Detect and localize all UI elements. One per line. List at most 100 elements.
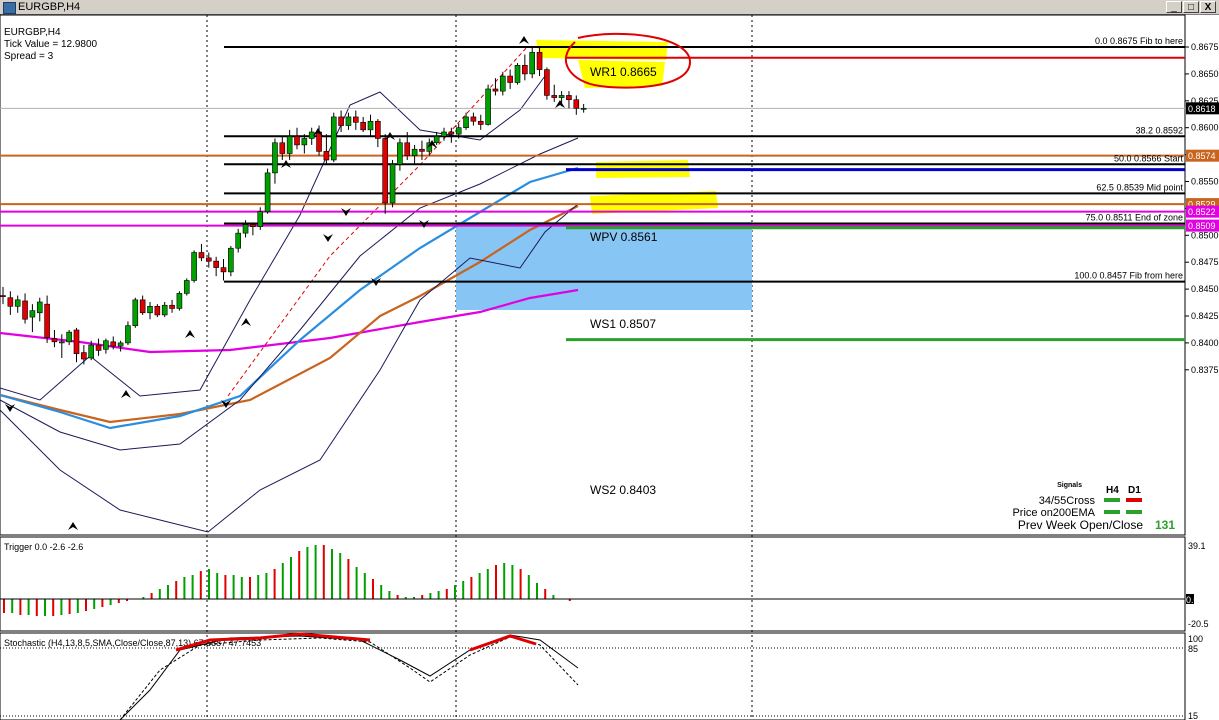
candle-body [397,142,403,165]
candle-body [14,299,21,307]
window-title: EURGBP,H4 [18,1,81,13]
candle-body [566,95,572,101]
candle-body [492,88,499,92]
signal-d1-ema [1126,510,1142,514]
candle-body [176,293,183,309]
candle-body [404,142,411,156]
candle-body [272,142,278,174]
candle-body [360,122,366,131]
minimize-button[interactable]: _ [1166,1,1182,13]
fib-label-62: 62.5 0.8539 Mid point [1096,182,1183,192]
candle-body [316,131,322,152]
candle-body [463,116,469,129]
ws1-label: WS1 0.8507 [590,317,656,331]
fib-label-50: 50.0 0.8566 Start [1114,153,1184,163]
candle-body [220,267,227,273]
price-axis-label: 0.8500 [1191,230,1219,240]
candle-body [419,148,425,152]
price-chart[interactable]: 0.86750.86500.86250.86000.85750.85500.85… [0,14,1219,720]
maximize-button[interactable]: □ [1183,1,1199,13]
candle-body [66,331,72,343]
price-axis-label: 0.8375 [1191,365,1219,375]
candle-body [411,148,418,156]
signals-title: Signals [1057,482,1082,489]
price-tag-label: 0.8574 [1188,151,1216,161]
candle-body [477,120,484,125]
candle-body [132,299,139,326]
candle-body [507,75,513,83]
candle-body [580,108,587,110]
candle-body [110,341,117,347]
price-axis-label: 0.8475 [1191,257,1219,267]
candle-body [301,138,308,146]
candle-body [228,247,234,273]
candle-body [345,116,352,126]
signals-row3-value: 131 [1155,518,1175,532]
wr1-label: WR1 0.8665 [590,65,657,79]
trigger-axis: 39.1 0.00 -20.5 [1186,541,1209,629]
stoch-tick-15: 15 [1188,711,1198,720]
candle-body [7,297,14,307]
title-bar: EURGBP,H4 _ □ X [0,0,1219,15]
candle-body [36,301,43,314]
trigger-tick-top: 39.1 [1188,541,1206,551]
candle-body [448,131,455,135]
candle-body [191,252,197,281]
candle-body [88,344,94,359]
candle-body [257,211,264,227]
candle-body [551,95,558,98]
signals-row3: Prev Week Open/Close [1018,518,1143,532]
candle-body [125,325,131,344]
candle-body [544,69,550,96]
price-axis-label: 0.8550 [1191,177,1219,187]
candle-body [485,88,491,125]
candle-body [352,116,359,123]
candle-body [573,99,580,109]
candle-body [117,342,124,347]
candle-body [183,280,190,294]
info-spread: Spread = 3 [4,51,54,62]
candle-body [323,151,330,161]
signal-h4-ema [1104,510,1120,514]
stoch-tick-85: 85 [1188,644,1198,654]
candle-body [147,306,153,314]
price-axis-label: 0.8425 [1191,311,1219,321]
candle-body [330,116,337,161]
candle-body [308,131,315,139]
price-axis-label: 0.8650 [1191,69,1219,79]
price-tag-label: 0.8618 [1188,104,1216,114]
info-symbol: EURGBP,H4 [4,27,61,38]
candle-body [382,138,389,204]
candle-body [139,299,146,314]
wpv-label: WPV 0.8561 [590,230,658,244]
candle-body [95,344,102,351]
candle-body [286,136,293,154]
candle-body [198,252,205,259]
candle-body [470,116,477,122]
candle-body [206,257,212,262]
candle-body [514,64,521,83]
signals-row1: 34/55Cross [1039,495,1096,507]
candle-body [529,52,536,75]
candle-body [499,75,506,92]
fib-label-0: 0.0 0.8675 Fib to here [1095,36,1183,46]
candle-body [51,338,58,343]
candle-body [279,142,286,154]
candle-body [29,310,36,318]
chart-window-icon [3,2,16,14]
candle-body [242,224,249,234]
candle-body [169,304,175,309]
price-tag-label: 0.8509 [1188,221,1216,231]
candle-body [103,340,109,350]
candle-body [44,303,50,338]
stochastic-axis: 100 85 15 [1188,634,1203,720]
close-button[interactable]: X [1200,1,1216,13]
signal-d1-cross [1126,498,1142,502]
signals-h4: H4 [1106,485,1119,496]
candle-body [294,136,300,146]
candle-body [389,163,396,204]
price-axis-label: 0.8675 [1191,42,1219,52]
price-axis-label: 0.8400 [1191,338,1219,348]
candle-body [235,232,241,249]
candle-body [433,136,440,144]
